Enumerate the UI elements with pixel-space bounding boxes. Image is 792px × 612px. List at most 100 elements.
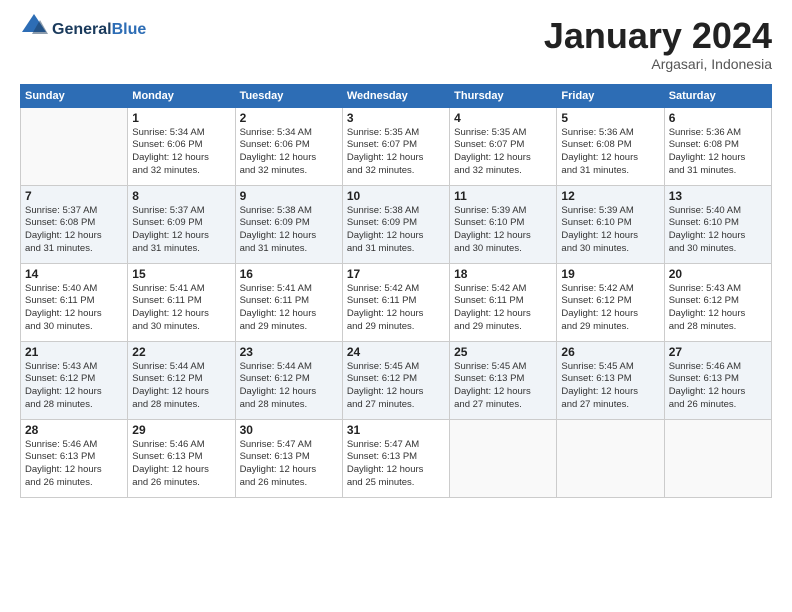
- day-info: Sunrise: 5:34 AM Sunset: 6:06 PM Dayligh…: [132, 127, 230, 178]
- day-number: 22: [132, 345, 230, 359]
- day-number: 26: [561, 345, 659, 359]
- day-info: Sunrise: 5:36 AM Sunset: 6:08 PM Dayligh…: [669, 127, 767, 178]
- day-info: Sunrise: 5:34 AM Sunset: 6:06 PM Dayligh…: [240, 127, 338, 178]
- day-number: 10: [347, 189, 445, 203]
- calendar-header-sunday: Sunday: [21, 84, 128, 107]
- logo-text: GeneralBlue: [52, 21, 146, 39]
- calendar-cell: 11 Sunrise: 5:39 AM Sunset: 6:10 PM Dayli…: [450, 185, 557, 263]
- calendar-cell: 24 Sunrise: 5:45 AM Sunset: 6:12 PM Dayli…: [342, 341, 449, 419]
- calendar-cell: 1 Sunrise: 5:34 AM Sunset: 6:06 PM Daylig…: [128, 107, 235, 185]
- day-number: 19: [561, 267, 659, 281]
- day-number: 4: [454, 111, 552, 125]
- day-number: 27: [669, 345, 767, 359]
- calendar-header-friday: Friday: [557, 84, 664, 107]
- calendar-header-monday: Monday: [128, 84, 235, 107]
- day-number: 30: [240, 423, 338, 437]
- day-info: Sunrise: 5:45 AM Sunset: 6:12 PM Dayligh…: [347, 361, 445, 412]
- day-number: 31: [347, 423, 445, 437]
- calendar-cell: 13Sunrise: 5:40 AM Sunset: 6:10 PM Dayli…: [664, 185, 771, 263]
- calendar-cell: 12 Sunrise: 5:39 AM Sunset: 6:10 PM Dayli…: [557, 185, 664, 263]
- calendar-cell: [450, 419, 557, 497]
- calendar-header-thursday: Thursday: [450, 84, 557, 107]
- calendar-cell: 18Sunrise: 5:42 AM Sunset: 6:11 PM Dayli…: [450, 263, 557, 341]
- calendar-cell: 8 Sunrise: 5:37 AM Sunset: 6:09 PM Daylig…: [128, 185, 235, 263]
- logo-general: General: [52, 21, 112, 38]
- calendar-cell: 28Sunrise: 5:46 AM Sunset: 6:13 PM Dayli…: [21, 419, 128, 497]
- calendar-cell: 2Sunrise: 5:34 AM Sunset: 6:06 PM Daylig…: [235, 107, 342, 185]
- day-info: Sunrise: 5:44 AM Sunset: 6:12 PM Dayligh…: [240, 361, 338, 412]
- title-area: January 2024 Argasari, Indonesia: [544, 16, 772, 72]
- day-number: 8: [132, 189, 230, 203]
- day-number: 14: [25, 267, 123, 281]
- header: GeneralBlue January 2024 Argasari, Indon…: [20, 16, 772, 72]
- calendar-week-row: 7 Sunrise: 5:37 AM Sunset: 6:08 PM Daylig…: [21, 185, 772, 263]
- calendar-table: SundayMondayTuesdayWednesdayThursdayFrid…: [20, 84, 772, 498]
- subtitle: Argasari, Indonesia: [544, 56, 772, 72]
- day-number: 24: [347, 345, 445, 359]
- calendar-cell: [557, 419, 664, 497]
- calendar-header-tuesday: Tuesday: [235, 84, 342, 107]
- day-number: 25: [454, 345, 552, 359]
- logo: GeneralBlue: [20, 16, 146, 44]
- calendar-cell: 26 Sunrise: 5:45 AM Sunset: 6:13 PM Dayli…: [557, 341, 664, 419]
- calendar-cell: 22Sunrise: 5:44 AM Sunset: 6:12 PM Dayli…: [128, 341, 235, 419]
- day-number: 11: [454, 189, 552, 203]
- day-info: Sunrise: 5:40 AM Sunset: 6:10 PM Dayligh…: [669, 205, 767, 256]
- calendar-cell: 23 Sunrise: 5:44 AM Sunset: 6:12 PM Dayli…: [235, 341, 342, 419]
- day-info: Sunrise: 5:40 AM Sunset: 6:11 PM Dayligh…: [25, 283, 123, 334]
- day-number: 3: [347, 111, 445, 125]
- day-info: Sunrise: 5:43 AM Sunset: 6:12 PM Dayligh…: [669, 283, 767, 334]
- calendar-cell: 17Sunrise: 5:42 AM Sunset: 6:11 PM Dayli…: [342, 263, 449, 341]
- day-info: Sunrise: 5:45 AM Sunset: 6:13 PM Dayligh…: [561, 361, 659, 412]
- day-number: 16: [240, 267, 338, 281]
- day-number: 29: [132, 423, 230, 437]
- day-number: 1: [132, 111, 230, 125]
- calendar-week-row: 14 Sunrise: 5:40 AM Sunset: 6:11 PM Dayli…: [21, 263, 772, 341]
- page: GeneralBlue January 2024 Argasari, Indon…: [0, 0, 792, 612]
- calendar-header-saturday: Saturday: [664, 84, 771, 107]
- calendar-cell: 16Sunrise: 5:41 AM Sunset: 6:11 PM Dayli…: [235, 263, 342, 341]
- day-info: Sunrise: 5:35 AM Sunset: 6:07 PM Dayligh…: [454, 127, 552, 178]
- day-info: Sunrise: 5:37 AM Sunset: 6:08 PM Dayligh…: [25, 205, 123, 256]
- calendar-cell: 10Sunrise: 5:38 AM Sunset: 6:09 PM Dayli…: [342, 185, 449, 263]
- calendar-cell: 25Sunrise: 5:45 AM Sunset: 6:13 PM Dayli…: [450, 341, 557, 419]
- calendar-cell: 27 Sunrise: 5:46 AM Sunset: 6:13 PM Dayli…: [664, 341, 771, 419]
- calendar-cell: 14 Sunrise: 5:40 AM Sunset: 6:11 PM Dayli…: [21, 263, 128, 341]
- day-info: Sunrise: 5:41 AM Sunset: 6:11 PM Dayligh…: [132, 283, 230, 334]
- day-info: Sunrise: 5:46 AM Sunset: 6:13 PM Dayligh…: [25, 439, 123, 490]
- calendar-cell: 30 Sunrise: 5:47 AM Sunset: 6:13 PM Dayli…: [235, 419, 342, 497]
- calendar-cell: 19 Sunrise: 5:42 AM Sunset: 6:12 PM Dayli…: [557, 263, 664, 341]
- day-number: 12: [561, 189, 659, 203]
- day-number: 20: [669, 267, 767, 281]
- calendar-week-row: 1 Sunrise: 5:34 AM Sunset: 6:06 PM Daylig…: [21, 107, 772, 185]
- calendar-cell: 3 Sunrise: 5:35 AM Sunset: 6:07 PM Daylig…: [342, 107, 449, 185]
- day-number: 5: [561, 111, 659, 125]
- day-number: 9: [240, 189, 338, 203]
- calendar-cell: 7 Sunrise: 5:37 AM Sunset: 6:08 PM Daylig…: [21, 185, 128, 263]
- day-number: 17: [347, 267, 445, 281]
- logo-blue: Blue: [112, 21, 147, 38]
- logo-icon: [20, 12, 48, 40]
- calendar-cell: [664, 419, 771, 497]
- day-info: Sunrise: 5:42 AM Sunset: 6:12 PM Dayligh…: [561, 283, 659, 334]
- calendar-cell: 6Sunrise: 5:36 AM Sunset: 6:08 PM Daylig…: [664, 107, 771, 185]
- day-info: Sunrise: 5:35 AM Sunset: 6:07 PM Dayligh…: [347, 127, 445, 178]
- day-number: 23: [240, 345, 338, 359]
- day-info: Sunrise: 5:39 AM Sunset: 6:10 PM Dayligh…: [561, 205, 659, 256]
- day-info: Sunrise: 5:47 AM Sunset: 6:13 PM Dayligh…: [347, 439, 445, 490]
- day-info: Sunrise: 5:47 AM Sunset: 6:13 PM Dayligh…: [240, 439, 338, 490]
- day-info: Sunrise: 5:43 AM Sunset: 6:12 PM Dayligh…: [25, 361, 123, 412]
- day-number: 7: [25, 189, 123, 203]
- day-info: Sunrise: 5:46 AM Sunset: 6:13 PM Dayligh…: [669, 361, 767, 412]
- day-info: Sunrise: 5:46 AM Sunset: 6:13 PM Dayligh…: [132, 439, 230, 490]
- day-info: Sunrise: 5:36 AM Sunset: 6:08 PM Dayligh…: [561, 127, 659, 178]
- day-number: 21: [25, 345, 123, 359]
- calendar-week-row: 21 Sunrise: 5:43 AM Sunset: 6:12 PM Dayli…: [21, 341, 772, 419]
- day-info: Sunrise: 5:42 AM Sunset: 6:11 PM Dayligh…: [454, 283, 552, 334]
- calendar-header-wednesday: Wednesday: [342, 84, 449, 107]
- day-info: Sunrise: 5:39 AM Sunset: 6:10 PM Dayligh…: [454, 205, 552, 256]
- day-info: Sunrise: 5:37 AM Sunset: 6:09 PM Dayligh…: [132, 205, 230, 256]
- calendar-cell: 4 Sunrise: 5:35 AM Sunset: 6:07 PM Daylig…: [450, 107, 557, 185]
- calendar-cell: 21 Sunrise: 5:43 AM Sunset: 6:12 PM Dayli…: [21, 341, 128, 419]
- calendar-cell: 5 Sunrise: 5:36 AM Sunset: 6:08 PM Daylig…: [557, 107, 664, 185]
